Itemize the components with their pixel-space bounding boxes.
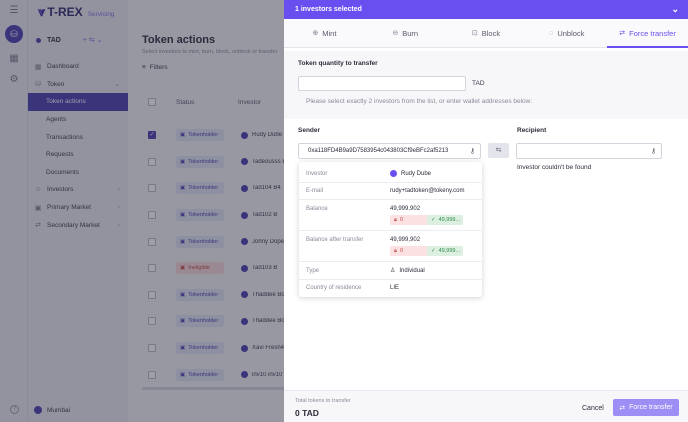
key-icon[interactable]: ⚷ (470, 147, 475, 155)
after-transfer-label: Balance after transfer (306, 237, 364, 243)
check-icon: ✓ (431, 248, 436, 254)
transfer-icon: ⇄ (619, 404, 626, 412)
locked-balance-value: 0 (399, 248, 403, 254)
force-transfer-label: Force transfer (629, 404, 673, 411)
investor-value: Rudy Dube (390, 170, 431, 177)
locked-balance: 🔒︎ 0 (390, 246, 427, 256)
total-label: Total tokens to transfer (295, 398, 351, 404)
quantity-label: Token quantity to transfer (298, 60, 378, 67)
check-icon: ✓ (431, 217, 436, 223)
quantity-input[interactable] (298, 76, 466, 91)
balance-value: 49,999,902 (390, 206, 421, 212)
action-drawer: 1 investors selected ⌄ ⊕ Mint ⊖ Burn ⊡ Block ◌… (284, 0, 688, 422)
force-transfer-button[interactable]: ⇄ Force transfer (613, 399, 679, 416)
unlock-icon: ◌ (549, 29, 554, 37)
action-tabs: ⊕ Mint ⊖ Burn ⊡ Block ◌ Unblock ⇄ Force transfer (284, 19, 688, 48)
divider (299, 199, 482, 200)
key-icon[interactable]: ⚷ (651, 147, 656, 155)
tab-mint[interactable]: ⊕ Mint (284, 19, 365, 47)
swap-icon: ⇆ (495, 147, 502, 154)
plus-circle-icon: ⊕ (312, 30, 319, 37)
quantity-section: Token quantity to transfer TAD Please se… (284, 51, 688, 119)
tab-label: Burn (402, 28, 419, 38)
avatar (390, 170, 397, 177)
lock-icon: 🔒︎ (394, 216, 397, 223)
country-label: Country of residence (306, 285, 362, 291)
selected-count: 1 investors selected (295, 6, 362, 13)
tab-label: Block (481, 28, 501, 38)
tab-force-transfer[interactable]: ⇄ Force transfer (607, 19, 688, 48)
person-icon: ♙ (390, 268, 396, 274)
country-value: LIE (390, 285, 400, 291)
recipient-not-found: Investor couldn't be found (517, 164, 592, 171)
investor-name: Rudy Dube (401, 170, 432, 177)
tab-label: Mint (322, 28, 337, 38)
type-text: Individual (399, 267, 425, 274)
balance-breakdown: 🔒︎ 0 ✓ 49,999... (390, 215, 463, 225)
cancel-button[interactable]: Cancel (582, 405, 604, 412)
free-balance: ✓ 49,999... (427, 215, 463, 225)
divider (299, 230, 482, 231)
total-value: 0 TAD (295, 408, 319, 418)
lock-icon: ⊡ (471, 30, 478, 37)
email-value: rudy+tadtoken@tokeny.com (390, 188, 465, 194)
type-label: Type (306, 268, 320, 274)
quantity-unit: TAD (472, 80, 485, 87)
lock-icon: 🔒︎ (394, 247, 397, 254)
email-label: E-mail (306, 188, 324, 194)
sender-address-value: 0xa118FD4B9a9D7583954c043803Cf9eBFc2af52… (308, 148, 449, 154)
minus-circle-icon: ⊖ (392, 30, 399, 37)
selection-hint: Please select exactly 2 investors from t… (306, 98, 533, 105)
drawer-header: 1 investors selected ⌄ (284, 0, 688, 19)
transfer-icon: ⇄ (619, 30, 626, 37)
tab-block[interactable]: ⊡ Block (446, 19, 527, 47)
divider (299, 182, 482, 183)
divider (299, 279, 482, 280)
sender-details-card: Investor Rudy Dube E-mail rudy+tadtoken@… (299, 162, 482, 297)
divider (299, 261, 482, 262)
investor-label: Investor (306, 171, 328, 177)
recipient-label: Recipient (517, 127, 547, 134)
collapse-chevron-icon[interactable]: ⌄ (671, 4, 679, 15)
locked-balance: 🔒︎ 0 (390, 215, 427, 225)
tab-label: Force transfer (629, 28, 676, 38)
overlay-backdrop[interactable] (0, 0, 284, 422)
swap-button[interactable]: ⇆ (488, 143, 509, 158)
after-transfer-value: 49,999,902 (390, 237, 421, 243)
recipient-address-input[interactable]: ⚷ (516, 143, 662, 159)
drawer-footer: Total tokens to transfer 0 TAD Cancel ⇄ … (284, 390, 688, 422)
tab-burn[interactable]: ⊖ Burn (365, 19, 446, 47)
free-balance-value: 49,999... (438, 248, 461, 254)
locked-balance-value: 0 (399, 217, 403, 223)
tab-label: Unblock (557, 28, 585, 38)
balance-label: Balance (306, 206, 328, 212)
after-transfer-breakdown: 🔒︎ 0 ✓ 49,999... (390, 246, 463, 256)
free-balance-value: 49,999... (438, 217, 461, 223)
sender-address-input[interactable]: 0xa118FD4B9a9D7583954c043803Cf9eBFc2af52… (298, 143, 481, 159)
free-balance: ✓ 49,999... (427, 246, 463, 256)
tab-unblock[interactable]: ◌ Unblock (526, 19, 607, 47)
type-value: ♙ Individual (390, 267, 425, 275)
sender-label: Sender (298, 127, 321, 134)
